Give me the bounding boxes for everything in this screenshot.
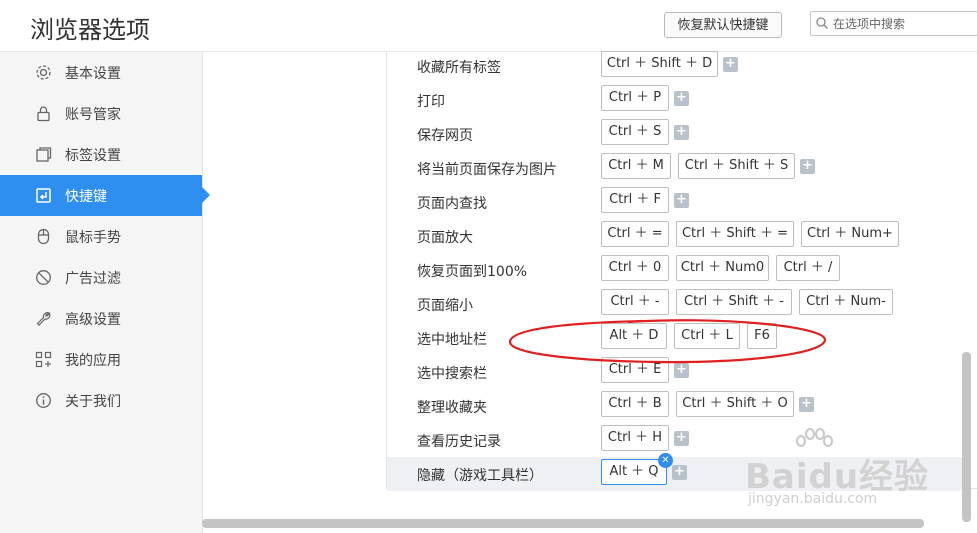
- search-icon: [816, 17, 828, 29]
- sidebar-item-8[interactable]: 关于我们: [0, 380, 202, 421]
- shortcut-key[interactable]: Ctrl ＋ M: [601, 153, 671, 179]
- shortcut-key[interactable]: Ctrl ＋ E: [601, 357, 669, 383]
- sidebar-item-1[interactable]: 账号管家: [0, 93, 202, 134]
- shortcut-row: 整理收藏夹 Ctrl ＋ B Ctrl ＋ Shift ＋ O +: [387, 389, 964, 423]
- sidebar-item-label: 广告过滤: [65, 271, 121, 287]
- shortcut-key[interactable]: Ctrl ＋ =: [601, 221, 669, 247]
- wrench-icon: [36, 312, 51, 326]
- shortcut-key[interactable]: Ctrl ＋ Shift ＋ D: [601, 51, 718, 77]
- sidebar-item-label: 标签设置: [65, 148, 121, 164]
- active-indicator: [202, 187, 210, 203]
- gear-icon: [36, 65, 51, 80]
- shortcut-icon: [36, 188, 51, 203]
- sidebar-item-0[interactable]: 基本设置: [0, 52, 202, 93]
- block-icon: [36, 270, 51, 285]
- shortcut-row: 恢复页面到100% Ctrl ＋ 0 Ctrl ＋ Num0 Ctrl ＋ /: [387, 253, 964, 287]
- sidebar-item-2[interactable]: 标签设置: [0, 134, 202, 175]
- add-shortcut-icon[interactable]: +: [674, 431, 689, 446]
- baidu-jingyan-watermark: Baidu经验 jingyan.baidu.com: [745, 427, 945, 517]
- header: 浏览器选项 恢复默认快捷键: [0, 0, 977, 52]
- shortcut-label: 将当前页面保存为图片: [417, 162, 557, 178]
- shortcut-label: 打印: [417, 94, 445, 110]
- shortcut-label: 隐藏（游戏工具栏）: [417, 468, 543, 484]
- sidebar: 基本设置账号管家标签设置快捷键鼠标手势广告过滤高级设置我的应用关于我们: [0, 52, 210, 533]
- horizontal-scrollbar[interactable]: [202, 519, 924, 528]
- shortcut-key[interactable]: Ctrl ＋ S: [601, 119, 669, 145]
- sidebar-item-4[interactable]: 鼠标手势: [0, 216, 202, 257]
- watermark-url: jingyan.baidu.com: [748, 491, 878, 507]
- vertical-scrollbar[interactable]: [962, 352, 971, 522]
- sidebar-item-6[interactable]: 高级设置: [0, 298, 202, 339]
- shortcut-row: 收藏所有标签 Ctrl ＋ Shift ＋ D +: [387, 49, 964, 83]
- add-shortcut-icon[interactable]: +: [723, 57, 738, 72]
- shortcut-row: 选中搜索栏 Ctrl ＋ E +: [387, 355, 964, 389]
- sidebar-item-label: 账号管家: [65, 107, 121, 123]
- add-shortcut-icon[interactable]: +: [672, 465, 687, 480]
- shortcut-key[interactable]: Ctrl ＋ Shift ＋ O: [676, 391, 794, 417]
- shortcut-label: 收藏所有标签: [417, 60, 501, 76]
- shortcut-key[interactable]: Ctrl ＋ Num+: [801, 221, 899, 247]
- remove-key-icon[interactable]: ✕: [658, 453, 673, 468]
- shortcut-label: 整理收藏夹: [417, 400, 487, 416]
- shortcut-row: 打印 Ctrl ＋ P +: [387, 83, 964, 117]
- sidebar-item-label: 快捷键: [65, 189, 107, 205]
- shortcut-row: 页面放大 Ctrl ＋ = Ctrl ＋ Shift ＋ = Ctrl ＋ Num+: [387, 219, 964, 253]
- sidebar-item-5[interactable]: 广告过滤: [0, 257, 202, 298]
- search-box[interactable]: [810, 11, 977, 36]
- shortcut-key[interactable]: Ctrl ＋ H: [601, 425, 669, 451]
- restore-default-shortcuts-button[interactable]: 恢复默认快捷键: [664, 12, 782, 38]
- shortcut-key[interactable]: Ctrl ＋ L: [674, 323, 740, 349]
- shortcut-label: 页面内查找: [417, 196, 487, 212]
- shortcut-key[interactable]: Ctrl ＋ B: [601, 391, 669, 417]
- sidebar-item-label: 鼠标手势: [65, 230, 121, 246]
- sidebar-item-7[interactable]: 我的应用: [0, 339, 202, 380]
- sidebar-item-label: 基本设置: [65, 66, 121, 82]
- shortcut-key[interactable]: Ctrl ＋ /: [776, 255, 840, 281]
- shortcut-key[interactable]: Alt ＋ D: [601, 323, 667, 349]
- shortcut-key[interactable]: Ctrl ＋ Shift ＋ S: [678, 153, 795, 179]
- shortcut-label: 选中地址栏: [417, 332, 487, 348]
- info-icon: [36, 393, 51, 408]
- shortcut-row: 页面内查找 Ctrl ＋ F +: [387, 185, 964, 219]
- shortcut-label: 查看历史记录: [417, 434, 501, 450]
- add-shortcut-icon[interactable]: +: [674, 193, 689, 208]
- add-shortcut-icon[interactable]: +: [674, 363, 689, 378]
- add-shortcut-icon[interactable]: +: [674, 125, 689, 140]
- shortcut-row: 保存网页 Ctrl ＋ S +: [387, 117, 964, 151]
- tabs-icon: [36, 147, 52, 162]
- shortcut-key[interactable]: Ctrl ＋ -: [601, 289, 669, 315]
- shortcut-row: 选中地址栏 Alt ＋ D Ctrl ＋ L F6: [387, 321, 964, 355]
- shortcut-key[interactable]: Ctrl ＋ Shift ＋ -: [676, 289, 792, 315]
- sidebar-item-label: 高级设置: [65, 312, 121, 328]
- add-shortcut-icon[interactable]: +: [800, 159, 815, 174]
- sidebar-item-label: 我的应用: [65, 353, 121, 369]
- shortcut-label: 页面放大: [417, 230, 473, 246]
- shortcut-key[interactable]: Ctrl ＋ P: [601, 85, 669, 111]
- sidebar-item-3[interactable]: 快捷键: [0, 175, 210, 216]
- shortcut-key[interactable]: Alt ＋ Q: [601, 459, 667, 485]
- shortcut-row: 将当前页面保存为图片 Ctrl ＋ M Ctrl ＋ Shift ＋ S +: [387, 151, 964, 185]
- sidebar-item-label: 关于我们: [65, 394, 121, 410]
- page-title: 浏览器选项: [30, 16, 150, 44]
- shortcut-label: 页面缩小: [417, 298, 473, 314]
- shortcut-key[interactable]: Ctrl ＋ Num0: [676, 255, 769, 281]
- lock-icon: [37, 106, 50, 122]
- add-shortcut-icon[interactable]: +: [674, 91, 689, 106]
- shortcut-label: 选中搜索栏: [417, 366, 487, 382]
- mouse-icon: [37, 228, 50, 245]
- shortcut-key[interactable]: Ctrl ＋ Num-: [799, 289, 893, 315]
- shortcut-key[interactable]: Ctrl ＋ 0: [601, 255, 669, 281]
- shortcut-row: 页面缩小 Ctrl ＋ - Ctrl ＋ Shift ＋ - Ctrl ＋ Num-: [387, 287, 964, 321]
- shortcut-label: 保存网页: [417, 128, 473, 144]
- apps-icon: [35, 351, 52, 368]
- shortcut-key[interactable]: Ctrl ＋ F: [601, 187, 669, 213]
- shortcut-label: 恢复页面到100%: [417, 264, 528, 280]
- search-input[interactable]: [833, 15, 973, 33]
- add-shortcut-icon[interactable]: +: [799, 397, 814, 412]
- shortcut-key[interactable]: F6: [747, 323, 777, 349]
- shortcut-key[interactable]: Ctrl ＋ Shift ＋ =: [676, 221, 794, 247]
